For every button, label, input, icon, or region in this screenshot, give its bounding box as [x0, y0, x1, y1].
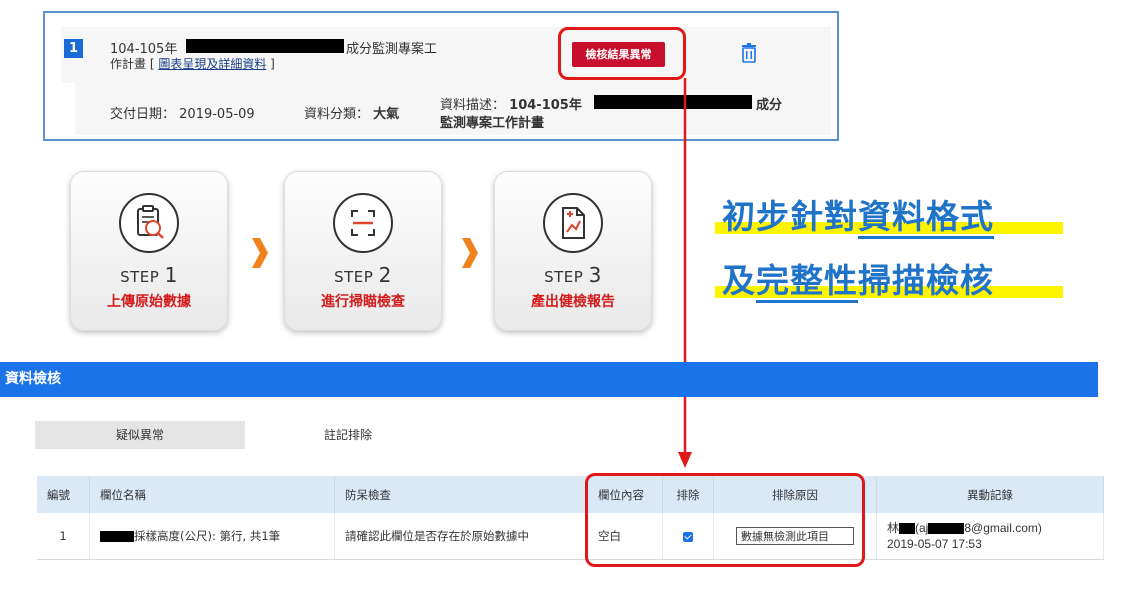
record-index-badge: 1: [64, 39, 83, 58]
arrow-down-icon: [678, 78, 692, 468]
redaction-bar: [100, 531, 134, 542]
desc-line2: 監測專案工作計畫: [440, 116, 545, 131]
highlight-frame-status: [558, 27, 686, 80]
col-header-check: 防呆檢查: [334, 476, 588, 513]
desc-label: 資料描述：: [440, 98, 506, 113]
chevron-right-icon: [462, 238, 478, 268]
table-row: 1 採樣高度(公尺): 第行, 共1筆 請確認此欄位是否存在於原始數據中 空白 …: [37, 513, 1104, 560]
col-header-log: 異動記錄: [876, 476, 1104, 513]
col-header-no: 編號: [37, 476, 90, 513]
delivery-date: 交付日期： 2019-05-09: [110, 103, 255, 122]
record-title-suffix: 成分監測專案工: [346, 42, 438, 57]
headline-underlined: 資料格式: [858, 197, 994, 239]
step-1-label: 上傳原始數據: [107, 294, 191, 310]
redaction-bar: [594, 95, 752, 109]
detail-link[interactable]: 圖表呈現及詳細資料: [158, 57, 266, 71]
step-2-title: STEP 2: [284, 263, 442, 287]
category-label: 資料分類：: [304, 107, 370, 122]
redaction-bar: [928, 523, 965, 535]
check-table: 編號 欄位名稱 防呆檢查 欄位內容 排除 排除原因 異動記錄 1 採樣高度(公尺…: [37, 476, 1104, 560]
log-time: 2019-05-07 17:53: [887, 537, 982, 551]
tab-excluded[interactable]: 註記排除: [324, 421, 372, 449]
step-number: 1: [164, 263, 178, 287]
desc-suffix: 成分: [756, 98, 783, 113]
step-1-card: STEP 1 上傳原始數據: [70, 171, 228, 331]
step-3-card: STEP 3 產出健檢報告: [494, 171, 652, 331]
trash-icon[interactable]: [741, 43, 757, 63]
desc-prefix: 104-105年: [509, 98, 582, 113]
headline-line1: 初步針對資料格式: [722, 190, 994, 239]
scan-icon: [333, 193, 393, 253]
log-user-surname: 林: [887, 521, 900, 535]
tab-suspect-abnormal[interactable]: 疑似異常: [35, 421, 245, 449]
headline-underlined: 完整性: [756, 261, 858, 303]
cell-field-name: 採樣高度(公尺): 第行, 共1筆: [89, 513, 335, 560]
step-word: STEP: [334, 268, 374, 286]
step-number: 2: [378, 263, 392, 287]
panel-header: 資料檢核: [0, 362, 1098, 397]
step-word: STEP: [120, 268, 160, 286]
clipboard-search-icon: [119, 193, 179, 253]
chevron-right-icon: [252, 238, 268, 268]
headline-text: 初步針對: [722, 197, 858, 236]
data-category: 資料分類： 大氣: [304, 103, 399, 122]
record-title-line2-text: 作計畫 [: [110, 57, 155, 71]
redaction-bar: [899, 523, 916, 535]
step-3-title: STEP 3: [494, 263, 652, 287]
category-value: 大氣: [373, 107, 400, 122]
cell-check: 請確認此欄位是否存在於原始數據中: [334, 513, 588, 560]
data-description: 資料描述： 104-105年: [440, 94, 582, 113]
field-name-text: 採樣高度(公尺): 第行, 共1筆: [134, 529, 281, 543]
step-2-card: STEP 2 進行掃瞄檢查: [284, 171, 442, 331]
record-title-line2: 作計畫 [ 圖表呈現及詳細資料 ]: [110, 55, 275, 72]
report-chart-icon: [543, 193, 603, 253]
step-number: 3: [588, 263, 602, 287]
cell-no: 1: [37, 513, 90, 560]
log-user-email-start: (aj: [915, 521, 929, 535]
step-3-label: 產出健檢報告: [531, 294, 615, 310]
delivery-date-label: 交付日期：: [110, 107, 176, 122]
step-1-title: STEP 1: [70, 263, 228, 287]
headline-text: 掃描檢核: [858, 261, 994, 300]
step-2-label: 進行掃瞄檢查: [321, 294, 405, 310]
col-header-field: 欄位名稱: [89, 476, 335, 513]
table-header-row: 編號 欄位名稱 防呆檢查 欄位內容 排除 排除原因 異動記錄: [37, 476, 1104, 513]
step-word: STEP: [544, 268, 584, 286]
delivery-date-value: 2019-05-09: [179, 107, 255, 122]
highlight-frame-table: [585, 473, 865, 567]
cell-log: 林 (aj 8@gmail.com) 2019-05-07 17:53: [876, 513, 1104, 560]
record-title-bracket: ]: [270, 57, 275, 71]
log-user-email-end: 8@gmail.com): [964, 521, 1042, 535]
log-user: 林 (aj 8@gmail.com): [887, 520, 1093, 536]
redaction-bar: [186, 39, 344, 53]
headline-line2: 及完整性掃描檢核: [722, 254, 994, 303]
headline-text: 及: [722, 261, 756, 300]
